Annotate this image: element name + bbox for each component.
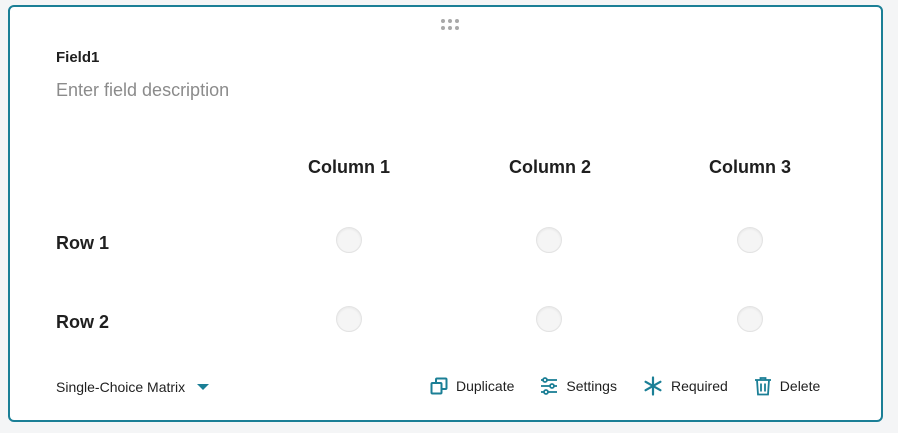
field-description-input[interactable]: Enter field description [56, 80, 229, 101]
field-card[interactable]: Field1 Enter field description Column 1 … [8, 5, 883, 422]
asterisk-icon [643, 376, 663, 396]
radio-row2-col1[interactable] [336, 306, 362, 332]
duplicate-icon [430, 377, 448, 395]
radio-row2-col2[interactable] [536, 306, 562, 332]
row-label-2: Row 2 [56, 312, 110, 332]
column-header-2: Column 2 [508, 157, 591, 177]
radio-row1-col1[interactable] [336, 227, 362, 253]
settings-label: Settings [566, 378, 617, 394]
field-type-label: Single-Choice Matrix [56, 379, 186, 395]
column-header-1: Column 1 [307, 157, 390, 177]
field-actions: Duplicate Settings Required Delete [430, 376, 820, 396]
settings-button[interactable]: Settings [540, 377, 617, 395]
radio-row1-col3[interactable] [737, 227, 763, 253]
drag-handle-icon[interactable] [440, 18, 460, 32]
duplicate-label: Duplicate [456, 378, 515, 394]
required-toggle[interactable]: Required [643, 376, 728, 396]
delete-button[interactable]: Delete [754, 376, 820, 396]
radio-row2-col3[interactable] [737, 306, 763, 332]
radio-row1-col2[interactable] [536, 227, 562, 253]
row-label-1: Row 1 [56, 233, 110, 253]
field-type-dropdown[interactable]: Single-Choice Matrix [56, 379, 210, 395]
trash-icon [754, 376, 772, 396]
duplicate-button[interactable]: Duplicate [430, 377, 514, 395]
delete-label: Delete [779, 378, 821, 394]
settings-sliders-icon [540, 377, 558, 395]
caret-down-icon [197, 384, 210, 390]
field-title[interactable]: Field1 [56, 49, 99, 66]
column-header-3: Column 3 [708, 157, 791, 177]
required-label: Required [670, 378, 728, 394]
